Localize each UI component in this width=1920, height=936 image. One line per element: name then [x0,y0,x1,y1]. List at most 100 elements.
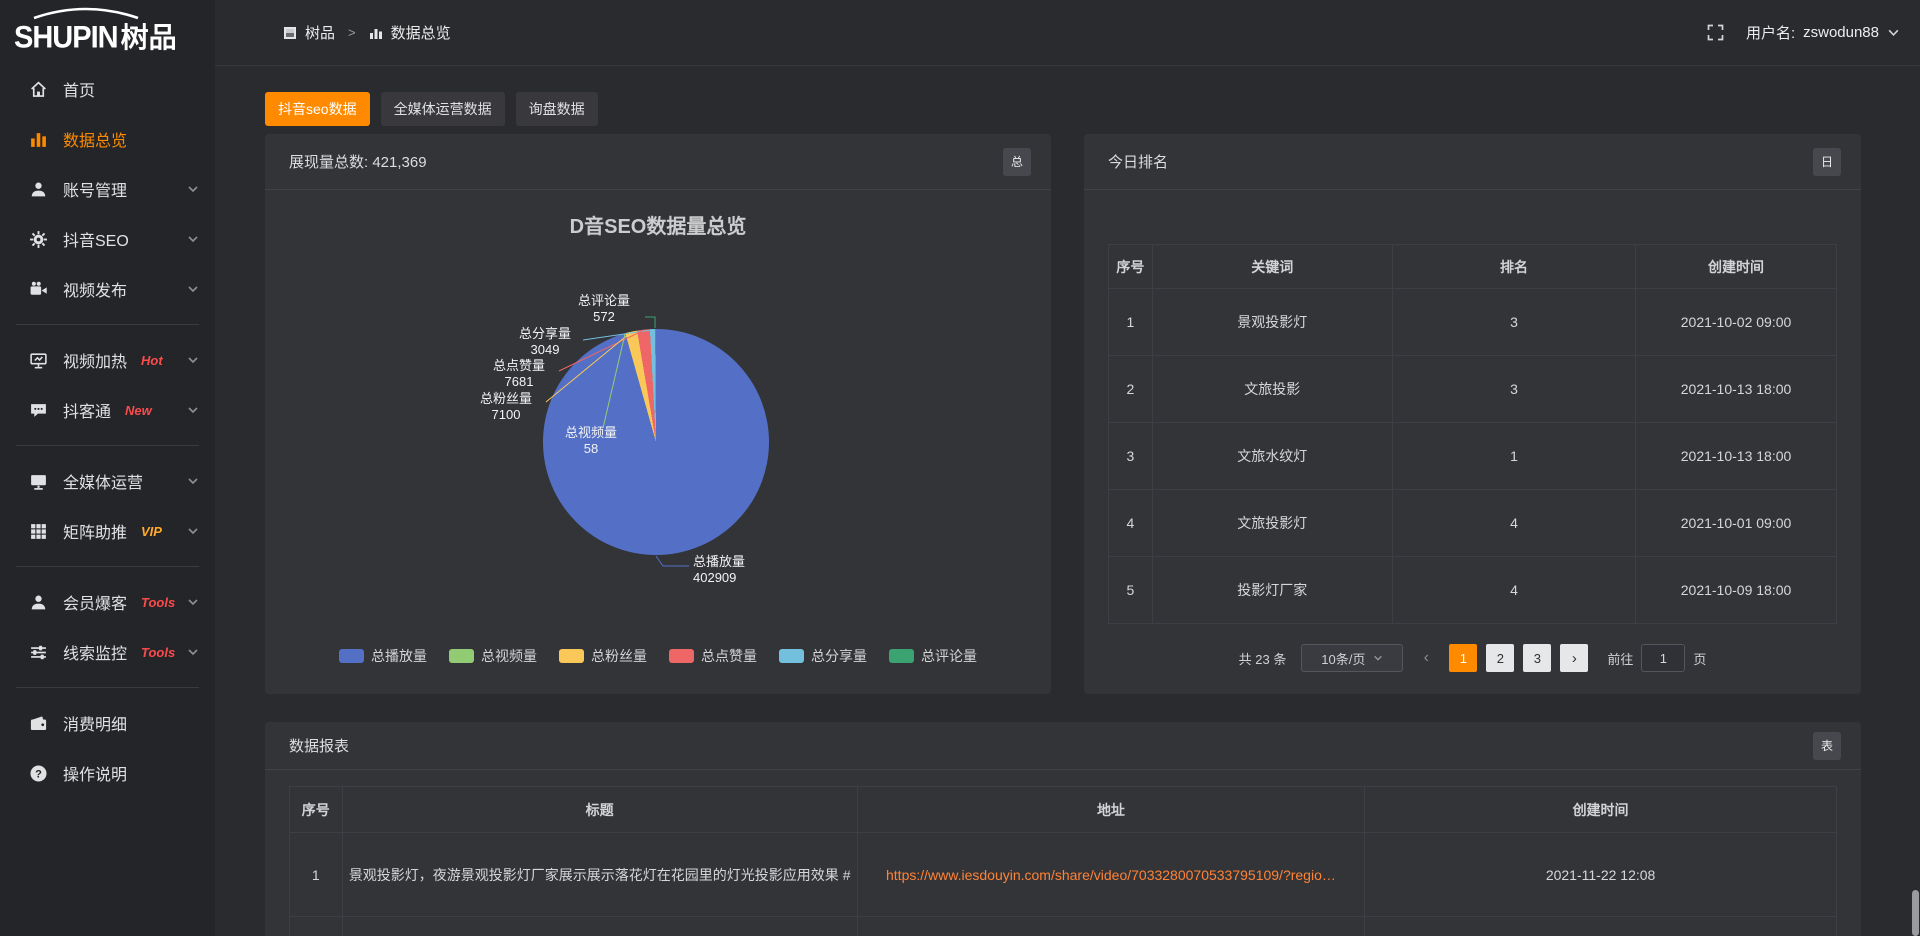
legend-label: 总视频量 [481,646,537,666]
table-row[interactable]: 1 景观投影灯，夜游景观投影灯厂家展示展示落花灯在花园里的灯光投影应用效果 # … [290,833,1837,917]
cell-video-link[interactable]: https://www.iesdouyin.com/share/video/70… [857,833,1364,917]
cell-index: 5 [1109,557,1153,624]
prev-page-button[interactable]: ‹ [1414,644,1438,672]
tab-douyin-seo-data[interactable]: 抖音seo数据 [265,92,370,126]
legend-swatch [339,649,364,663]
legend-item-likes[interactable]: 总点赞量 [669,646,757,666]
tab-inquiry-data[interactable]: 询盘数据 [516,92,598,126]
report-panel-title: 数据报表 [289,735,349,756]
breadcrumb: 树品 > 数据总览 [283,22,451,43]
sidebar-item-media-operation[interactable]: 全媒体运营 [0,456,215,506]
page-button-1[interactable]: 1 [1449,644,1477,672]
cell-rank: 1 [1392,423,1635,490]
cell-title: 景观投影灯，夜游景观投影灯厂家展示展示落花灯在花园里的灯光投影应用效果 # [342,833,857,917]
sidebar-item-clue-monitor[interactable]: 线索监控 Tools [0,627,215,677]
page-button-2[interactable]: 2 [1486,644,1514,672]
legend-item-fans[interactable]: 总粉丝量 [559,646,647,666]
sidebar-item-consumption[interactable]: 消费明细 [0,698,215,748]
cell-index: 4 [1109,490,1153,557]
sliders-icon [29,643,48,662]
wallet-icon [29,714,48,733]
pie-label-name: 总点赞量 [481,358,557,374]
col-rank: 排名 [1392,245,1635,289]
cell-index: 1 [1109,289,1153,356]
chevron-down-icon[interactable] [1887,26,1900,39]
col-url: 地址 [857,787,1364,833]
home-icon [29,80,48,99]
col-created: 创建时间 [1365,787,1837,833]
table-row[interactable]: 5 投影灯厂家 4 2021-10-09 18:00 [1109,557,1837,624]
sidebar-item-account[interactable]: 账号管理 [0,164,215,214]
page-size-select[interactable]: 10条/页 [1301,644,1403,672]
cell-rank: 3 [1392,289,1635,356]
legend-swatch [559,649,584,663]
table-header-row: 序号 标题 地址 创建时间 [290,787,1837,833]
legend-item-comments[interactable]: 总评论量 [889,646,977,666]
chart-legend: 总播放量 总视频量 总粉丝量 总点赞量 总分享量 总评论量 [265,646,1051,666]
sidebar: SHUPIN 树品 首页 数据总览 账号管理 抖音SEO 视频发布 [0,0,215,936]
cell-created: 2021-10-01 09:00 [1636,490,1837,557]
table-row[interactable]: 4 文旅投影灯 4 2021-10-01 09:00 [1109,490,1837,557]
overview-title: 展现量总数: 421,369 [289,151,427,172]
legend-item-plays[interactable]: 总播放量 [339,646,427,666]
cell-created: 2021-11-22 12:08 [1365,833,1837,917]
username[interactable]: zswodun88 [1803,24,1879,41]
table-row[interactable]: 3 文旅水纹灯 1 2021-10-13 18:00 [1109,423,1837,490]
cell-created: 2021-10-09 18:00 [1636,557,1837,624]
table-row[interactable]: 1 景观投影灯 3 2021-10-02 09:00 [1109,289,1837,356]
sidebar-item-label: 操作说明 [63,761,127,785]
legend-label: 总播放量 [371,646,427,666]
tools-badge: Tools [141,595,175,610]
goto-label: 前往 [1607,649,1633,668]
legend-item-shares[interactable]: 总分享量 [779,646,867,666]
new-badge: New [125,403,152,418]
sidebar-item-matrix-boost[interactable]: 矩阵助推 VIP [0,506,215,556]
table-view-button[interactable]: 表 [1813,732,1841,760]
sidebar-item-doukentong[interactable]: 抖客通 New [0,385,215,435]
dashboard-page: { "colors": { "accent": "#ff8a00", "badg… [0,0,1920,936]
pie-label-videos: 总视频量 58 [552,425,630,457]
cell-rank: 4 [1392,557,1635,624]
cell-index: 2 [1109,356,1153,423]
logo-arc [30,7,142,20]
legend-label: 总评论量 [921,646,977,666]
topbar: 树品 > 数据总览 用户名: zswodun88 [215,0,1920,66]
breadcrumb-root[interactable]: 树品 [305,22,335,43]
pie-label-name: 总视频量 [552,425,630,441]
total-view-button[interactable]: 总 [1003,148,1031,176]
sidebar-item-home[interactable]: 首页 [0,64,215,114]
legend-swatch [889,649,914,663]
legend-item-videos[interactable]: 总视频量 [449,646,537,666]
breadcrumb-current[interactable]: 数据总览 [391,22,451,43]
goto-page-input[interactable] [1641,644,1685,672]
report-panel-header: 数据报表 表 [265,722,1861,770]
chevron-down-icon [187,475,199,487]
sidebar-item-video-publish[interactable]: 视频发布 [0,264,215,314]
cell-empty [290,917,343,936]
chart-title: D音SEO数据量总览 [265,210,1051,239]
app-logo: SHUPIN 树品 [0,0,215,62]
fullscreen-icon[interactable] [1707,24,1724,41]
sidebar-item-douyin-seo[interactable]: 抖音SEO [0,214,215,264]
tab-media-operation-data[interactable]: 全媒体运营数据 [381,92,505,126]
page-button-3[interactable]: 3 [1523,644,1551,672]
sidebar-item-data-overview[interactable]: 数据总览 [0,114,215,164]
sidebar-item-member-bouquet[interactable]: 会员爆客 Tools [0,577,215,627]
table-row[interactable]: 2 文旅投影 3 2021-10-13 18:00 [1109,356,1837,423]
next-page-button[interactable]: › [1560,644,1588,672]
legend-label: 总分享量 [811,646,867,666]
sidebar-item-label: 首页 [63,77,95,101]
pie-label-name: 总分享量 [508,326,582,342]
sidebar-item-label: 账号管理 [63,177,127,201]
day-view-button[interactable]: 日 [1813,148,1841,176]
nav-divider [16,566,199,567]
cell-empty [1365,917,1837,936]
video-camera-icon [29,280,48,299]
monitor-icon [29,472,48,491]
pie-label-shares: 总分享量 3049 [508,326,582,358]
col-index: 序号 [1109,245,1153,289]
sidebar-item-help[interactable]: ? 操作说明 [0,748,215,798]
scrollbar-thumb[interactable] [1912,890,1919,936]
report-panel: 数据报表 表 序号 标题 地址 创建时间 1 景观投影灯，夜游景观投影灯厂家展示… [265,722,1861,936]
sidebar-item-video-heat[interactable]: 视频加热 Hot [0,335,215,385]
